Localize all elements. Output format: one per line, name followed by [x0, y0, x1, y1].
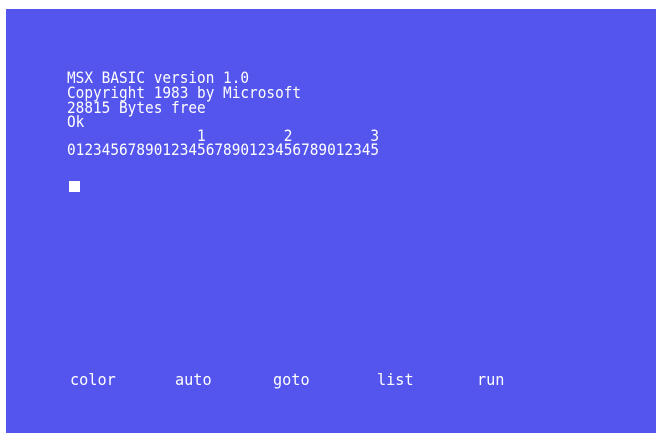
function-key-bar: color auto goto list run: [70, 372, 537, 388]
text-cursor: [69, 181, 80, 192]
function-key-color[interactable]: color: [70, 372, 170, 388]
function-key-goto[interactable]: goto: [273, 372, 372, 388]
msx-screen[interactable]: MSX BASIC version 1.0 Copyright 1983 by …: [6, 9, 656, 433]
bytes-free-line: 28815 Bytes free: [67, 98, 206, 117]
column-ruler-units: 012345678901234567890123456789012345: [67, 140, 380, 159]
function-key-auto[interactable]: auto: [175, 372, 268, 388]
function-key-run[interactable]: run: [477, 372, 534, 388]
function-key-list[interactable]: list: [377, 372, 472, 388]
